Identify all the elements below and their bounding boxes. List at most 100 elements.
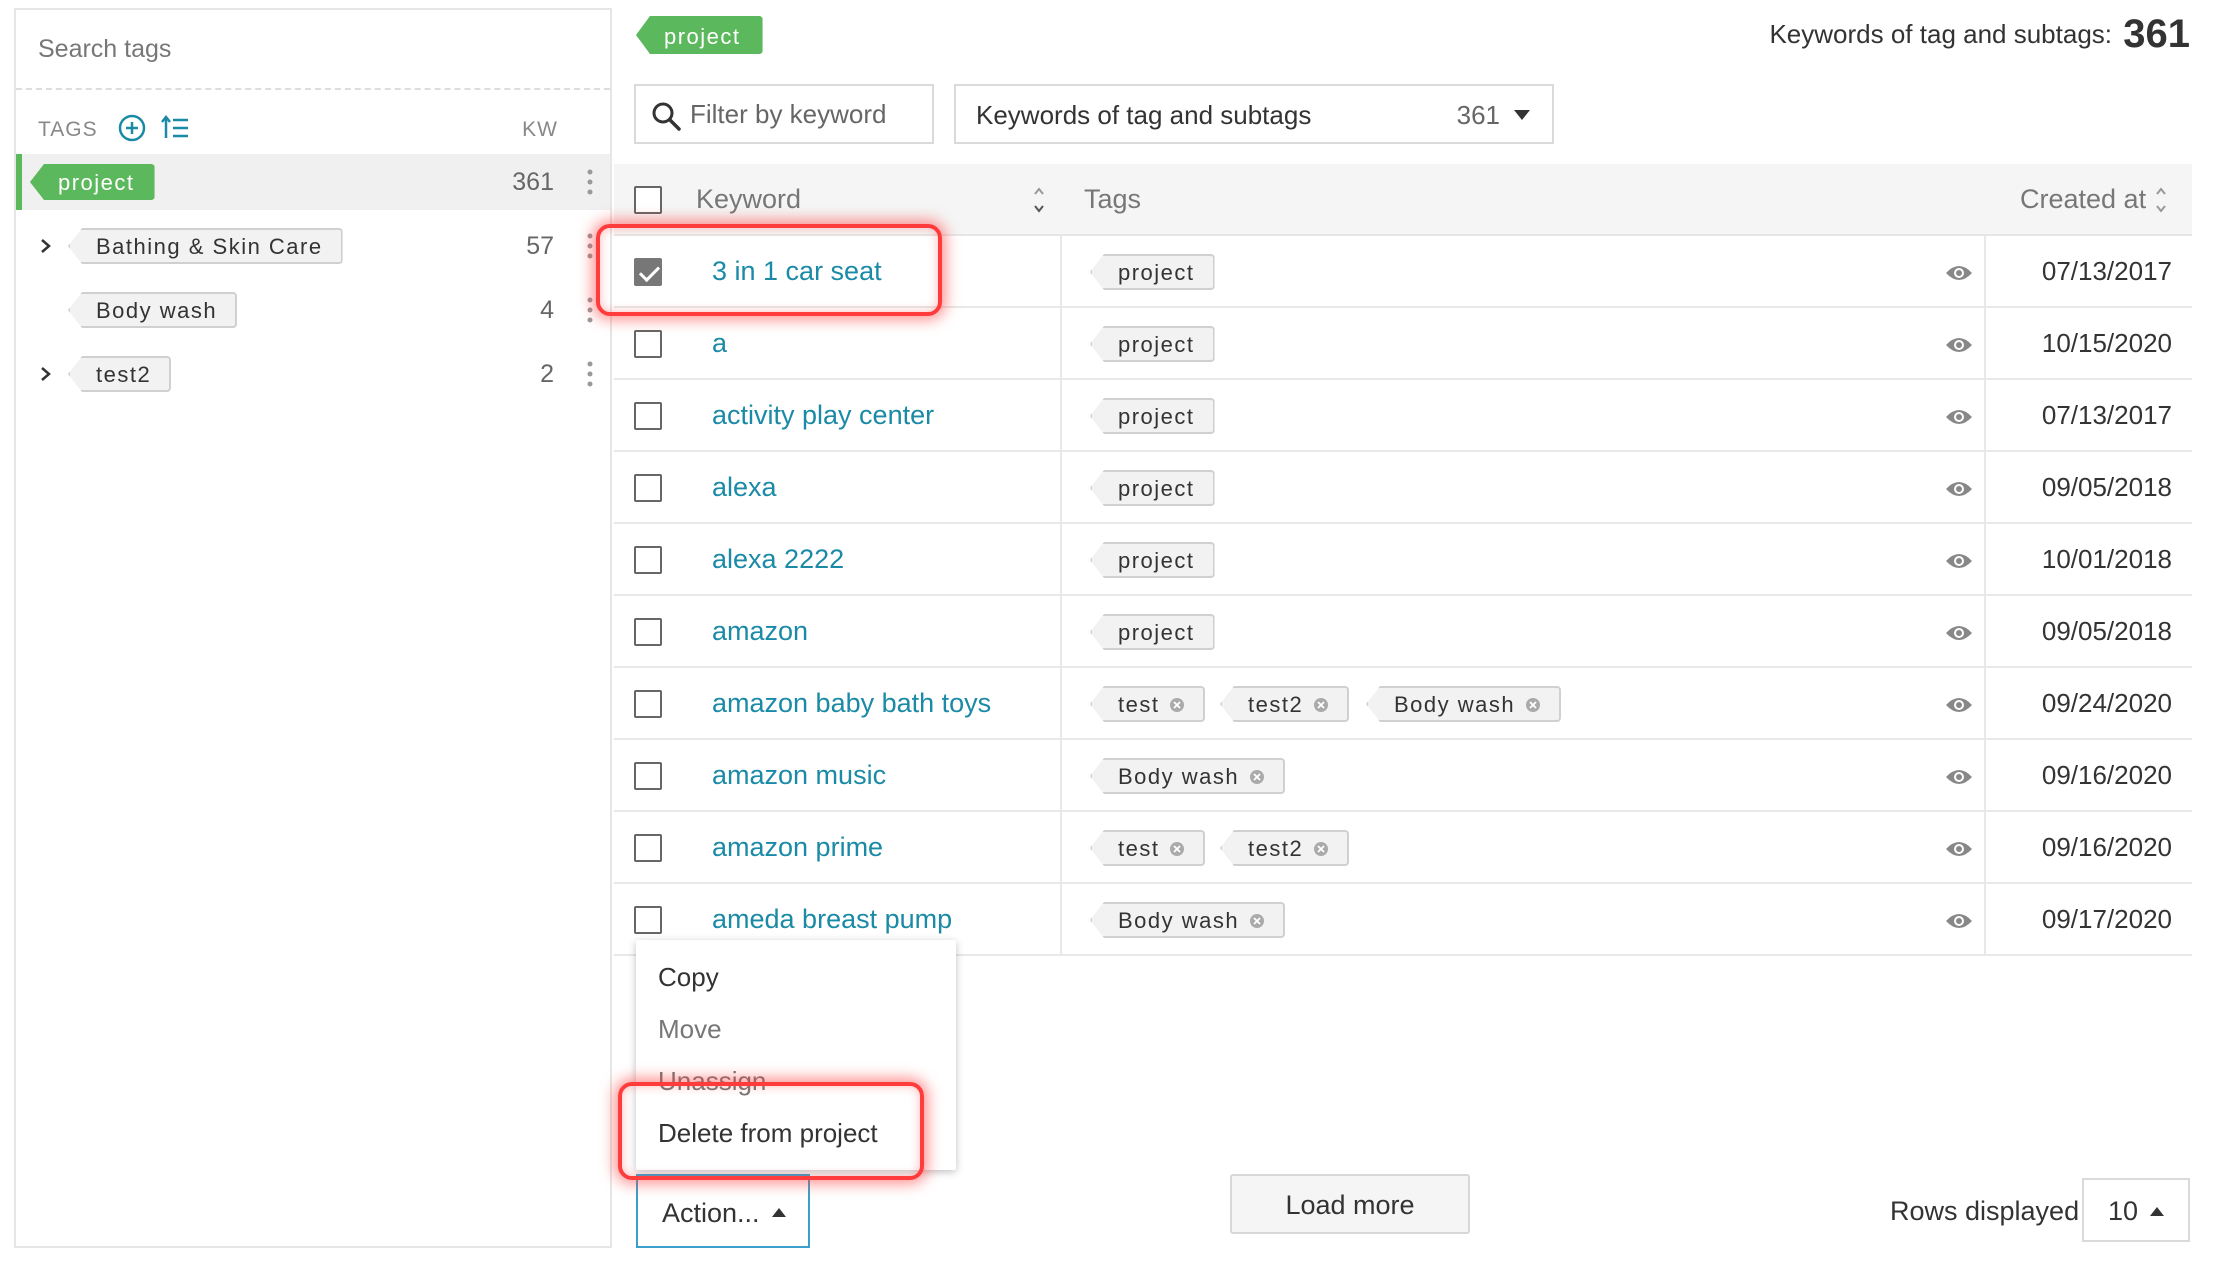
keyword-link[interactable]: alexa 2222 (712, 544, 844, 575)
eye-icon[interactable] (1944, 550, 1974, 572)
chevron-right-icon[interactable] (36, 234, 56, 258)
sort-arrows-icon[interactable] (2154, 182, 2168, 218)
row-checkbox[interactable] (634, 330, 662, 358)
table-row[interactable]: amazon project 09/05/2018 (614, 596, 2192, 668)
table-row[interactable]: amazon baby bath toys test test2 Body wash 0… (614, 668, 2192, 740)
column-divider (1060, 380, 1062, 452)
caret-down-icon (1514, 110, 1530, 120)
keyword-link[interactable]: amazon baby bath toys (712, 688, 991, 719)
remove-tag-icon[interactable] (1169, 689, 1185, 712)
keyword-link[interactable]: a (712, 328, 727, 359)
row-checkbox[interactable] (634, 546, 662, 574)
keyword-filter[interactable] (634, 84, 934, 144)
sidebar-tag-bathing-skin-care[interactable]: Bathing & Skin Care 57 (16, 218, 610, 274)
scope-select-label: Keywords of tag and subtags (976, 100, 1312, 130)
filter-keyword-input[interactable] (690, 86, 930, 142)
menu-item-copy[interactable]: Copy (658, 962, 719, 993)
sidebar-tag-project[interactable]: project 361 (16, 154, 610, 210)
remove-tag-icon[interactable] (1249, 761, 1265, 784)
sidebar-tag-body-wash[interactable]: Body wash 4 (16, 282, 610, 338)
eye-icon[interactable] (1944, 262, 1974, 284)
menu-item-move[interactable]: Move (658, 1014, 722, 1045)
chevron-right-icon[interactable] (36, 362, 56, 386)
action-button-label: Action... (662, 1198, 760, 1228)
more-vertical-icon[interactable] (584, 166, 596, 198)
keyword-link[interactable]: 3 in 1 car seat (712, 256, 882, 287)
action-button[interactable]: Action... (636, 1174, 810, 1248)
table-row[interactable]: 3 in 1 car seat project 07/13/2017 (614, 236, 2192, 308)
created-date: 10/15/2020 (2041, 328, 2172, 358)
remove-tag-icon[interactable] (1525, 689, 1541, 712)
remove-tag-icon[interactable] (1313, 689, 1329, 712)
eye-icon[interactable] (1944, 406, 1974, 428)
column-divider (1060, 740, 1062, 812)
search-tags-input[interactable] (16, 10, 610, 90)
table-row[interactable]: a project 10/15/2020 (614, 308, 2192, 380)
sort-arrows-icon[interactable] (1032, 182, 1046, 218)
column-divider (1984, 308, 1986, 380)
tag-keyword-count: 2 (540, 360, 554, 388)
column-divider (1060, 236, 1062, 308)
tag-keyword-count: 57 (526, 232, 554, 260)
load-more-button[interactable]: Load more (1230, 1174, 1470, 1234)
eye-icon[interactable] (1944, 694, 1974, 716)
keyword-link[interactable]: amazon music (712, 760, 886, 791)
plus-circle-icon[interactable] (116, 112, 148, 144)
row-checkbox[interactable] (634, 762, 662, 790)
column-header-created-at[interactable]: Created at (2020, 184, 2146, 215)
tag-chip-label: project (1118, 260, 1195, 285)
column-header-tags: Tags (1084, 184, 1142, 214)
table-row[interactable]: activity play center project 07/13/2017 (614, 380, 2192, 452)
remove-tag-icon[interactable] (1169, 833, 1185, 856)
tags-header: TAGS KW (16, 110, 610, 150)
column-divider (1984, 524, 1986, 596)
keyword-link[interactable]: alexa (712, 472, 777, 503)
eye-icon[interactable] (1944, 766, 1974, 788)
eye-icon[interactable] (1944, 910, 1974, 932)
keyword-link[interactable]: ameda breast pump (712, 904, 952, 935)
remove-tag-icon[interactable] (1249, 905, 1265, 928)
row-checkbox[interactable] (634, 834, 662, 862)
keyword-link[interactable]: activity play center (712, 400, 934, 431)
tag-chip-label: Body wash (1118, 764, 1240, 789)
eye-icon[interactable] (1944, 838, 1974, 860)
eye-icon[interactable] (1944, 478, 1974, 500)
caret-up-icon (772, 1208, 786, 1217)
row-checkbox[interactable] (634, 402, 662, 430)
table-row[interactable]: amazon prime test test2 09/16/2020 (614, 812, 2192, 884)
row-checkbox[interactable] (634, 906, 662, 934)
created-date: 07/13/2017 (2041, 400, 2172, 430)
table-row[interactable]: alexa project 09/05/2018 (614, 452, 2192, 524)
tag-chip-label: project (1118, 404, 1195, 429)
column-header-keyword[interactable]: Keyword (696, 184, 801, 215)
tag-keyword-count: 361 (512, 168, 554, 196)
more-vertical-icon[interactable] (584, 358, 596, 390)
remove-tag-icon[interactable] (1313, 833, 1329, 856)
table-row[interactable]: alexa 2222 project 10/01/2018 (614, 524, 2192, 596)
tag-chip: test2 (1220, 830, 1350, 866)
keyword-scope-select[interactable]: Keywords of tag and subtags 361 (954, 84, 1554, 144)
tag-chip: project (1090, 614, 1215, 650)
row-checkbox[interactable] (634, 258, 662, 286)
sort-list-icon[interactable] (160, 112, 192, 144)
menu-item-delete-from-project[interactable]: Delete from project (658, 1118, 878, 1149)
eye-icon[interactable] (1944, 622, 1974, 644)
more-vertical-icon[interactable] (584, 294, 596, 326)
row-checkbox[interactable] (634, 474, 662, 502)
column-divider (1060, 668, 1062, 740)
table-row[interactable]: amazon music Body wash 09/16/2020 (614, 740, 2192, 812)
tag-chip-label: Body wash (1118, 908, 1240, 933)
eye-icon[interactable] (1944, 334, 1974, 356)
tag-chip: project (1090, 542, 1215, 578)
row-checkbox[interactable] (634, 690, 662, 718)
select-all-checkbox[interactable] (634, 186, 662, 214)
tag-chip-label: test (1118, 692, 1160, 717)
row-checkbox[interactable] (634, 618, 662, 646)
rows-displayed-select[interactable]: 10 (2082, 1178, 2190, 1242)
keyword-link[interactable]: amazon prime (712, 832, 883, 863)
column-divider (1984, 236, 1986, 308)
menu-item-unassign[interactable]: Unassign (658, 1066, 766, 1097)
sidebar-tag-test2[interactable]: test2 2 (16, 346, 610, 402)
keyword-link[interactable]: amazon (712, 616, 808, 647)
more-vertical-icon[interactable] (584, 230, 596, 262)
